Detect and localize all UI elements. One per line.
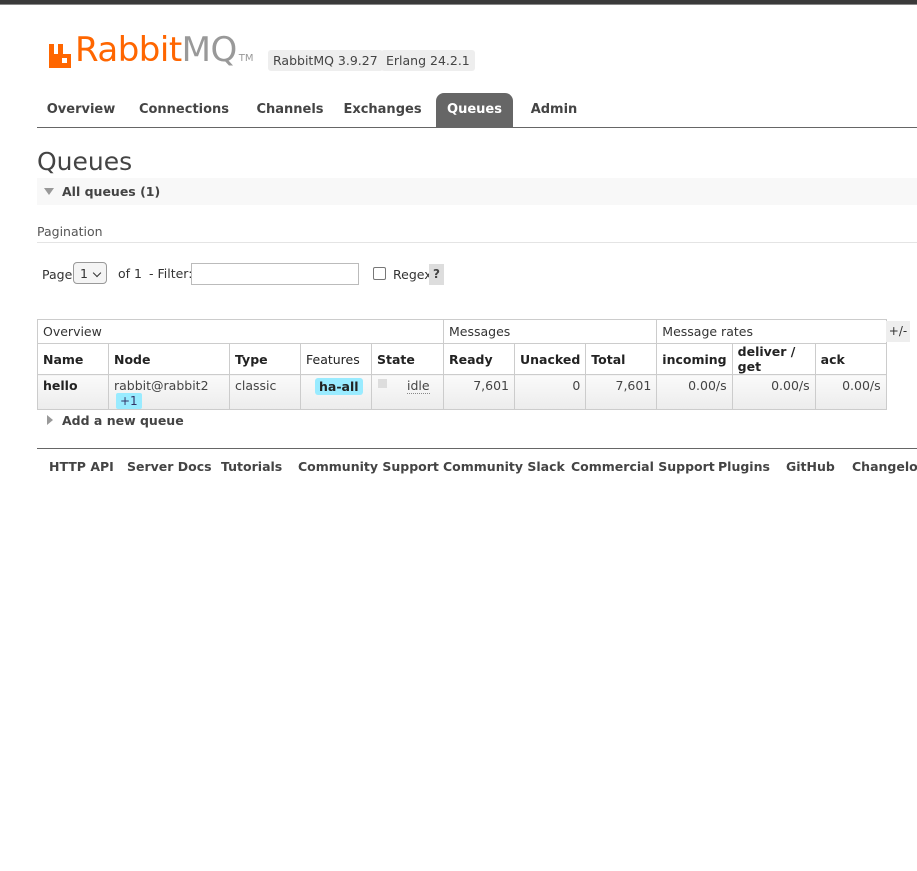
main-nav-tabs: Overview Connections Channels Exchanges … [37,93,917,128]
mirror-count-badge: +1 [116,393,142,409]
expand-triangle-icon [47,415,53,425]
messages-ready: 7,601 [443,374,515,410]
queue-node: rabbit@rabbit2 [114,378,209,393]
queue-features-cell: ha-all [300,374,372,410]
page-title: Queues [37,147,133,176]
column-header-state[interactable]: State [371,343,444,375]
queue-name-link[interactable]: hello [43,378,78,393]
column-toggle-button[interactable]: +/- [886,321,910,342]
column-header-unacked[interactable]: Unacked [513,343,587,375]
all-queues-section-title: All queues (1) [62,184,161,199]
column-header-ack[interactable]: ack [814,343,887,375]
queue-name-cell: hello [37,374,109,410]
tab-admin[interactable]: Admin [521,93,587,127]
logo-tm: TM [238,53,254,64]
rate-ack: 0.00/s [814,374,887,410]
logo-text-rabbit: Rabbit [75,30,182,70]
filter-input[interactable] [191,263,359,285]
footer-link-community-support[interactable]: Community Support [298,459,439,474]
rate-incoming: 0.00/s [656,374,733,410]
queues-table: Overview Messages Message rates Name Nod… [37,319,887,410]
footer-link-github[interactable]: GitHub [786,459,835,474]
column-header-name[interactable]: Name [37,343,109,375]
rabbitmq-logo-icon [49,44,71,68]
state-indicator-icon [378,379,387,388]
page-count-label: of 1 [118,266,142,281]
page-label: Page [42,267,73,282]
collapse-triangle-icon [44,188,54,195]
column-header-ready[interactable]: Ready [443,343,515,375]
regex-help-button[interactable]: ? [429,264,444,285]
footer-link-server-docs[interactable]: Server Docs [127,459,212,474]
column-header-features: Features [300,343,372,375]
footer-divider [37,448,917,449]
queue-state-cell: idle [371,374,444,410]
pagination-divider [37,242,917,243]
messages-total: 7,601 [585,374,658,410]
add-new-queue-label: Add a new queue [62,413,184,428]
policy-badge[interactable]: ha-all [315,378,363,395]
chevron-down-icon [92,268,102,278]
footer-link-http-api[interactable]: HTTP API [49,459,114,474]
tab-channels[interactable]: Channels [245,93,335,127]
pagination-label: Pagination [37,224,103,239]
tab-queues[interactable]: Queues [436,93,513,127]
footer-link-plugins[interactable]: Plugins [718,459,770,474]
table-row: hello rabbit@rabbit2+1 classic ha-all id… [37,374,887,410]
column-header-deliver-get[interactable]: deliver / get [731,343,816,375]
footer-link-changelog[interactable]: Changelog [852,459,917,474]
regex-checkbox[interactable] [373,267,386,280]
column-header-incoming[interactable]: incoming [656,343,733,375]
erlang-version-badge: Erlang 24.2.1 [381,50,475,71]
group-header-messages: Messages [442,319,658,344]
column-header-node[interactable]: Node [108,343,230,375]
browser-top-bar [0,0,917,5]
footer-link-commercial-support[interactable]: Commercial Support [571,459,715,474]
page-select-value: 1 [80,266,88,281]
logo-text-mq: MQ [181,30,238,70]
group-header-overview: Overview [37,319,444,344]
filter-label: - Filter: [149,266,193,281]
regex-label: Regex [393,267,432,282]
messages-unacked: 0 [513,374,587,410]
queue-type: classic [229,374,301,410]
footer-link-community-slack[interactable]: Community Slack [443,459,565,474]
queue-node-cell: rabbit@rabbit2+1 [108,374,230,410]
page-select[interactable]: 1 [73,262,107,284]
group-header-message-rates: Message rates [656,319,887,344]
rabbitmq-version-badge: RabbitMQ 3.9.27 [268,50,383,71]
column-header-type[interactable]: Type [229,343,301,375]
tab-overview[interactable]: Overview [37,93,125,127]
queue-state: idle [407,378,430,394]
footer-link-tutorials[interactable]: Tutorials [221,459,282,474]
add-new-queue-toggle[interactable]: Add a new queue [47,413,184,428]
all-queues-section-toggle[interactable]: All queues (1) [37,178,917,205]
tab-connections[interactable]: Connections [131,93,237,127]
column-header-total[interactable]: Total [585,343,658,375]
rate-deliver-get: 0.00/s [731,374,816,410]
tab-exchanges[interactable]: Exchanges [340,93,425,127]
rabbitmq-logo[interactable]: Rabbit MQ TM [47,30,254,70]
